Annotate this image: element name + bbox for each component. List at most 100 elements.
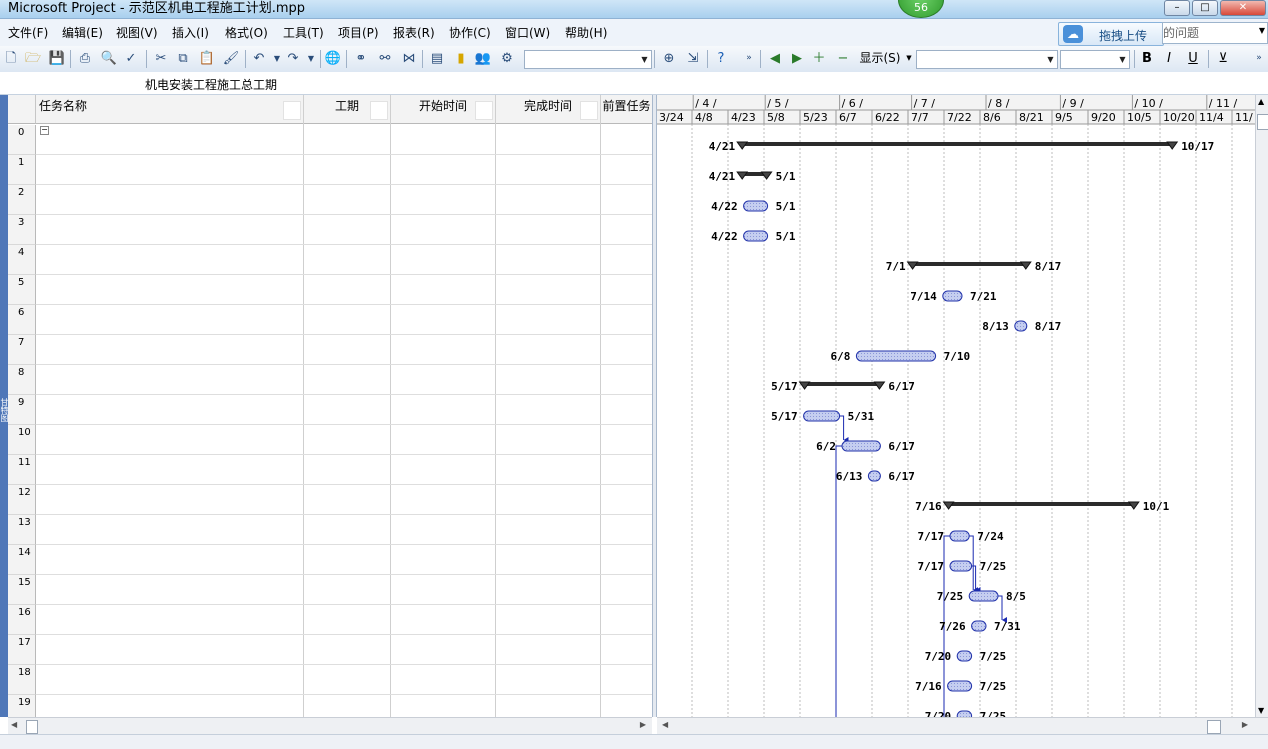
gantt-bar-5[interactable]: 7/14 7/21 bbox=[910, 290, 997, 303]
copy-icon[interactable]: ⧉ bbox=[174, 50, 192, 67]
gantt-bar-12[interactable]: 7/16 10/1 bbox=[915, 500, 1170, 513]
filter-icon[interactable] bbox=[370, 101, 388, 120]
row-id-10[interactable]: 10 bbox=[8, 425, 36, 455]
row-id-4[interactable]: 4 bbox=[8, 245, 36, 275]
gantt-bar-7[interactable]: 6/8 7/10 bbox=[831, 350, 971, 363]
redo-icon[interactable]: ↷ bbox=[284, 50, 302, 67]
chevron-down-icon[interactable]: ▼ bbox=[1117, 52, 1128, 67]
menu-view[interactable]: 视图(V) bbox=[116, 24, 158, 41]
row-id-14[interactable]: 14 bbox=[8, 545, 36, 575]
gantt-bar-13[interactable]: 7/17 7/24 bbox=[918, 530, 1005, 543]
collapse-toggle-icon[interactable]: − bbox=[40, 126, 49, 135]
group-by-combobox[interactable]: ▼ bbox=[524, 50, 652, 69]
filter-icon[interactable] bbox=[283, 101, 301, 120]
goto-task-icon[interactable]: ⇲ bbox=[684, 50, 702, 67]
scroll-thumb[interactable] bbox=[1207, 720, 1221, 734]
gantt-bar-19[interactable]: 7/20 7/25 bbox=[925, 710, 1006, 717]
scroll-thumb[interactable] bbox=[26, 720, 38, 734]
menu-file[interactable]: 文件(F) bbox=[8, 24, 48, 41]
row-id-3[interactable]: 3 bbox=[8, 215, 36, 245]
close-button[interactable]: ✕ bbox=[1220, 0, 1266, 16]
spell-check-icon[interactable]: ✓ bbox=[122, 50, 140, 67]
redo-dropdown-icon[interactable]: ▼ bbox=[302, 50, 320, 67]
font-combobox[interactable]: ▼ bbox=[916, 50, 1058, 69]
gantt-bar-8[interactable]: 5/17 6/17 bbox=[771, 380, 915, 393]
publish-icon[interactable]: ⚙ bbox=[498, 50, 516, 67]
row-id-1[interactable]: 1 bbox=[8, 155, 36, 185]
drag-upload-button[interactable]: ☁ 拖拽上传 bbox=[1058, 22, 1164, 46]
chevron-down-icon[interactable]: ▼ bbox=[1045, 52, 1056, 67]
maximize-button[interactable]: □ bbox=[1192, 0, 1218, 16]
help-icon[interactable]: ? bbox=[712, 50, 730, 67]
scroll-left-icon[interactable]: ◀ bbox=[662, 720, 668, 729]
menu-tools[interactable]: 工具(T) bbox=[283, 24, 324, 41]
row-id-8[interactable]: 8 bbox=[8, 365, 36, 395]
menu-insert[interactable]: 插入(I) bbox=[172, 24, 209, 41]
show-menu-button[interactable]: 显示(S) bbox=[858, 50, 902, 67]
gantt-bar-3[interactable]: 4/22 5/1 bbox=[711, 230, 796, 243]
zoom-in-icon[interactable]: ⊕ bbox=[660, 50, 678, 67]
gantt-bar-11[interactable]: 6/13 6/17 bbox=[836, 470, 915, 483]
gantt-bar-2[interactable]: 4/22 5/1 bbox=[711, 200, 796, 213]
gantt-bar-4[interactable]: 7/1 8/17 bbox=[886, 260, 1062, 273]
gantt-bar-10[interactable]: 6/2 6/17 bbox=[816, 440, 915, 453]
filter-icon[interactable] bbox=[475, 101, 493, 120]
table-horizontal-scrollbar[interactable]: ◀ ▶ bbox=[8, 717, 652, 734]
outdent-arrow-icon[interactable]: ◀ bbox=[766, 50, 784, 67]
row-id-16[interactable]: 16 bbox=[8, 605, 36, 635]
cut-icon[interactable]: ✂ bbox=[152, 50, 170, 67]
row-id-9[interactable]: 9 bbox=[8, 395, 36, 425]
gantt-bar-1[interactable]: 4/21 5/1 bbox=[709, 170, 796, 183]
minimize-button[interactable]: – bbox=[1164, 0, 1190, 16]
entry-field[interactable]: 机电安装工程施工总工期 bbox=[145, 76, 277, 93]
save-icon[interactable]: 💾 bbox=[48, 50, 66, 67]
scroll-down-icon[interactable]: ▼ bbox=[1258, 706, 1264, 715]
column-header-start[interactable]: 开始时间 bbox=[391, 95, 496, 124]
filter-icon[interactable] bbox=[580, 101, 598, 120]
row-id-5[interactable]: 5 bbox=[8, 275, 36, 305]
row-id-17[interactable]: 17 bbox=[8, 635, 36, 665]
row-id-18[interactable]: 18 bbox=[8, 665, 36, 695]
row-id-12[interactable]: 12 bbox=[8, 485, 36, 515]
assign-resources-icon[interactable]: 👥 bbox=[474, 50, 492, 67]
chevron-down-icon[interactable]: ▼ bbox=[1259, 26, 1265, 35]
gantt-bar-6[interactable]: 8/13 8/17 bbox=[982, 320, 1061, 333]
print-icon[interactable]: ⎙ bbox=[76, 50, 94, 67]
column-header-finish[interactable]: 完成时间 bbox=[496, 95, 601, 124]
split-task-icon[interactable]: ⋈ bbox=[400, 50, 418, 67]
filter-icon[interactable]: ⊻ bbox=[1214, 50, 1232, 67]
show-subtasks-icon[interactable]: ＋ bbox=[810, 50, 828, 67]
link-tasks-icon[interactable]: ⚭ bbox=[352, 50, 370, 67]
scroll-thumb[interactable] bbox=[1257, 114, 1268, 130]
gantt-horizontal-scrollbar[interactable]: ◀ ▶ bbox=[657, 717, 1268, 734]
gantt-bar-14[interactable]: 7/17 7/25 bbox=[918, 560, 1007, 573]
row-id-7[interactable]: 7 bbox=[8, 335, 36, 365]
row-id-13[interactable]: 13 bbox=[8, 515, 36, 545]
task-information-icon[interactable]: ▤ bbox=[428, 50, 446, 67]
scroll-up-icon[interactable]: ▲ bbox=[1258, 97, 1264, 106]
row-id-11[interactable]: 11 bbox=[8, 455, 36, 485]
scroll-right-icon[interactable]: ▶ bbox=[640, 720, 646, 729]
new-document-icon[interactable]: 🗋 bbox=[2, 50, 20, 67]
gantt-bar-0[interactable]: 4/21 10/17 bbox=[709, 140, 1215, 153]
indent-arrow-icon[interactable]: ▶ bbox=[788, 50, 806, 67]
menu-window[interactable]: 窗口(W) bbox=[505, 24, 550, 41]
underline-button[interactable]: U bbox=[1184, 50, 1202, 67]
format-painter-icon[interactable]: 🖌 bbox=[222, 50, 240, 67]
task-notes-icon[interactable]: ▮ bbox=[452, 50, 470, 67]
gantt-bar-15[interactable]: 7/25 8/5 bbox=[937, 590, 1026, 603]
gantt-bar-16[interactable]: 7/26 7/31 bbox=[939, 620, 1021, 633]
column-header-duration[interactable]: 工期 bbox=[304, 95, 391, 124]
gantt-bar-17[interactable]: 7/20 7/25 bbox=[925, 650, 1006, 663]
column-header-predecessors[interactable]: 前置任务 bbox=[601, 95, 652, 124]
bold-button[interactable]: B bbox=[1138, 50, 1156, 67]
row-id-0[interactable]: 0 bbox=[8, 125, 36, 155]
notification-badge[interactable]: 56 bbox=[898, 0, 944, 18]
menu-report[interactable]: 报表(R) bbox=[393, 24, 435, 41]
ask-question-box[interactable]: 的问题 ▼ bbox=[1162, 22, 1268, 44]
print-preview-icon[interactable]: 🔍 bbox=[100, 50, 118, 67]
chevron-down-icon[interactable]: ▼ bbox=[639, 52, 650, 67]
column-header-task-name[interactable]: 任务名称 bbox=[36, 95, 304, 124]
paste-icon[interactable]: 📋 bbox=[198, 50, 216, 67]
menu-format[interactable]: 格式(O) bbox=[225, 24, 268, 41]
